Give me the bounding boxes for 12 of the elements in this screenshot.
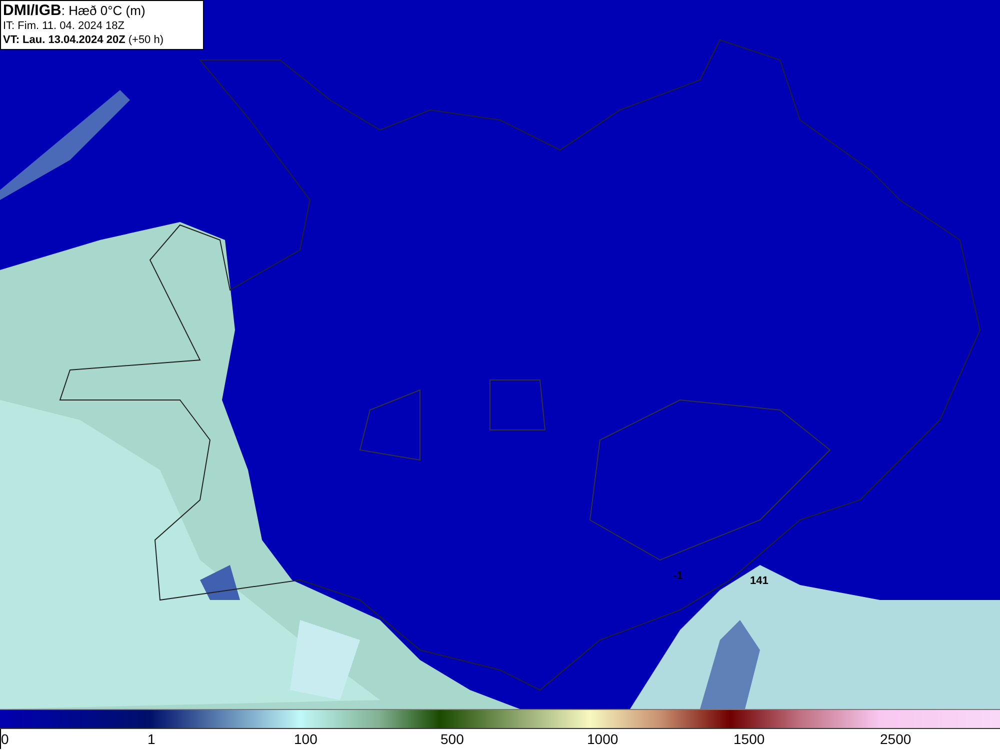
scale-tick-label: 1 [148,730,156,749]
map-value-label: -1 [673,570,683,582]
scale-tick-label: 1000 [587,730,620,749]
map-title: DMI/IGB: Hæð 0°C (m) [3,3,146,19]
issue-time: IT: Fim. 11. 04. 2024 18Z [3,19,126,33]
scale-tick-label: 0 [1,730,10,749]
scale-tick-label: 1500 [734,730,766,749]
map-value-label: 141 [750,575,768,587]
valid-time: VT: Lau. 13.04.2024 20Z (+50 h) [3,33,165,47]
scale-tick-label: 500 [440,730,465,749]
scale-tick-label: 100 [294,730,318,749]
scale-tick-label: 2500 [880,730,912,749]
